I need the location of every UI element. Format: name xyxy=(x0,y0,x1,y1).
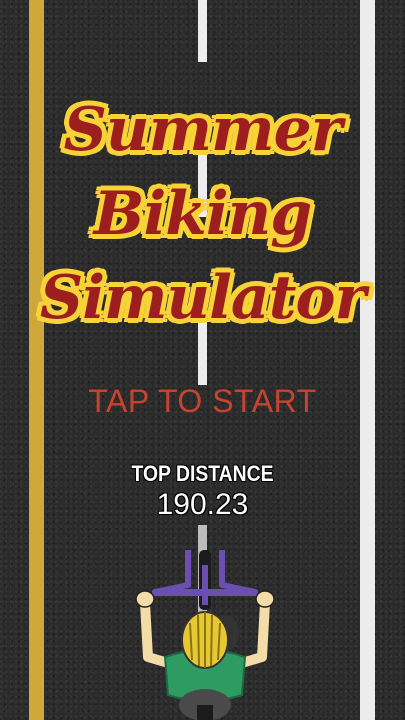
road-center-dash xyxy=(198,300,207,385)
top-distance-label: TOP DISTANCE xyxy=(131,461,274,486)
top-distance-value: 190.23 xyxy=(156,488,249,521)
road-right-edge-line xyxy=(360,0,375,720)
road-left-edge-line xyxy=(29,0,44,720)
game-canvas[interactable]: Summer Biking Simulator TAP TO START TOP… xyxy=(0,0,405,720)
cyclist-top-down-icon xyxy=(135,550,275,720)
tap-to-start-prompt[interactable]: TAP TO START xyxy=(0,383,405,420)
road-center-dash xyxy=(198,0,207,62)
road-center-dash xyxy=(198,142,207,217)
